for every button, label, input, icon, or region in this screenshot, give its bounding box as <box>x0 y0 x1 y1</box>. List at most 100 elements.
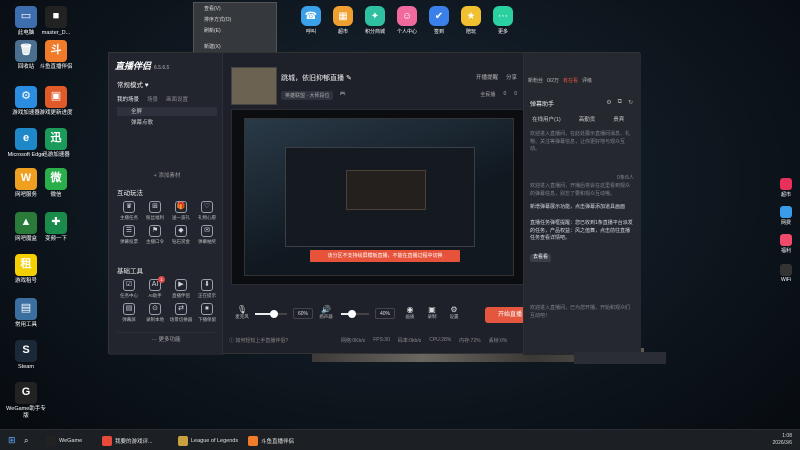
stats-row: 全民播 0 0 <box>480 91 517 98</box>
feature-label: 主播任务 <box>120 215 138 220</box>
right-dock-item[interactable]: 福利 <box>776 234 796 254</box>
scene-item[interactable]: 弹幕点歌 <box>117 118 217 127</box>
control-button[interactable]: ◉ 画质 <box>401 305 419 320</box>
right-dock-item[interactable]: 网费 <box>776 206 796 226</box>
desktop-icon[interactable]: ✚ 变频一下 <box>34 212 78 243</box>
desktop-icon[interactable]: G WeGame助手专版 <box>4 382 48 419</box>
feature-item[interactable]: ☑ 任务中心 <box>117 279 141 299</box>
assistant-tab[interactable]: 高勤贡 <box>579 115 596 123</box>
desktop-icon[interactable]: ■ master_D... <box>34 6 78 37</box>
feature-item[interactable]: ⊞ 粉丝福利 <box>143 201 167 221</box>
context-menu-item[interactable]: 刷新(E) <box>194 25 276 36</box>
taskbar-app[interactable]: 斗鱼直播伴侣 <box>248 434 294 447</box>
tools-title: 基础工具 <box>117 268 143 275</box>
right-dock-item[interactable]: 超市 <box>776 178 796 198</box>
desktop-icon[interactable]: 迅迅游加速器 <box>34 128 78 159</box>
speaker-button[interactable]: 🔊 扬声器 <box>317 305 335 320</box>
feature-label: 任务中心 <box>120 293 138 298</box>
room-cover-thumbnail[interactable] <box>231 67 277 105</box>
feature-item[interactable]: ⊙ 录制本地 <box>143 303 167 323</box>
scene-tab[interactable]: 画面设置 <box>166 95 188 103</box>
feature-icon: ✉ <box>201 225 213 237</box>
settings-icon[interactable]: ⚙ <box>606 99 611 106</box>
right-dock-icon <box>780 264 792 276</box>
dock-item[interactable]: ✦ 积分商城 <box>362 6 388 35</box>
control-button[interactable]: ⚙ 设置 <box>445 305 463 320</box>
feature-item[interactable]: 🎁 送一波礼 <box>169 201 193 221</box>
feature-item[interactable]: ♡ 礼物心愿 <box>195 201 219 221</box>
category[interactable]: 英雄联盟 · 大师段位 🎮 <box>281 91 346 100</box>
taskbar-app[interactable]: WeGame <box>46 434 82 447</box>
right-top-item[interactable]: 新粉丝 <box>528 77 543 84</box>
feature-item[interactable]: ◆ 钻石赏金 <box>169 225 193 245</box>
tools-grid: ☑ 任务中心 AI 1 AI助手 ▶ 直播伴侣 ⬇ 正在提示 ▤ 弹幕屏 ⊙ 录制本地 ⇄ 场景切换器 ⏹ 下播… <box>117 276 219 323</box>
dock-item[interactable]: ☎ 呼叫 <box>298 6 324 35</box>
scene-tab[interactable]: 我的场景 <box>117 95 139 103</box>
more-features-button[interactable]: ⋯ 更多功能 <box>117 332 215 344</box>
dock-item[interactable]: ☺ 个人中心 <box>394 6 420 35</box>
desktop-icon[interactable]: 租游戏租号 <box>4 254 48 285</box>
mic-button[interactable]: 🎙 麦克风 <box>233 305 251 320</box>
preview-screen <box>285 147 475 247</box>
feature-icon: ⬇ <box>201 279 213 291</box>
dock-item[interactable]: ✔ 签到 <box>426 6 452 35</box>
taskbar-app[interactable]: 我要的游戏评... <box>102 434 153 447</box>
context-menu-item[interactable]: 查看(V) <box>194 3 276 14</box>
right-dock-item[interactable]: WiFi <box>776 264 796 283</box>
control-button[interactable]: ▣ 录制 <box>423 305 441 320</box>
add-source-button[interactable]: + 添加素材 <box>117 171 217 180</box>
dock-item[interactable]: ⋯ 更多 <box>490 6 516 35</box>
right-top-item[interactable]: 有在看 <box>563 77 578 84</box>
feature-label: 场景切换器 <box>169 317 193 322</box>
status-metric: 网络:0Kb/s <box>341 338 366 344</box>
view-more-button[interactable]: 去看看 <box>530 254 552 262</box>
feature-item[interactable]: ▤ 弹幕屏 <box>117 303 141 323</box>
scene-tab[interactable]: 场景 <box>147 95 158 103</box>
start-button[interactable]: ⊞ <box>8 434 16 447</box>
status-metric: 码率:0kb/s <box>397 338 422 344</box>
assistant-tab[interactable]: 贵宾 <box>613 115 624 123</box>
search-icon[interactable]: ⌕ <box>24 434 28 447</box>
scene-item[interactable]: 全屏 <box>117 107 217 116</box>
popout-icon[interactable]: ⧉ <box>618 99 622 106</box>
help-link[interactable]: ⓘ 如何轻松上手直播伴侣? <box>229 337 288 344</box>
feature-label: 礼物心愿 <box>198 215 216 220</box>
room-title[interactable]: 跳城，依旧抑郁直播 ✎ <box>281 73 352 83</box>
feature-icon: ♛ <box>123 201 135 213</box>
speaker-slider[interactable] <box>341 310 369 318</box>
right-top-item[interactable]: 0/2万 <box>547 77 559 84</box>
mic-slider[interactable] <box>255 310 287 318</box>
top-action[interactable]: 分享 <box>506 73 517 81</box>
mode-selector[interactable]: 常规模式 ♥ <box>117 79 149 89</box>
context-menu-item[interactable]: 新建(X) <box>194 41 276 52</box>
context-menu-item[interactable]: 排序方式(O) <box>194 14 276 25</box>
feature-item[interactable]: ✉ 弹幕抽奖 <box>195 225 219 245</box>
dock-label: 个人中心 <box>396 29 417 35</box>
feature-label: 正在提示 <box>198 293 216 298</box>
dock-item[interactable]: ▦ 超市 <box>330 6 356 35</box>
feature-item[interactable]: AI 1 AI助手 <box>143 276 167 299</box>
feature-item[interactable]: ☰ 弹幕投票 <box>117 225 141 245</box>
taskbar-app[interactable]: League of Legends <box>178 434 238 447</box>
chat-message: 欢迎进入直播间，开播后将会在这里看到观众的弹幕信息，别忘了要和观众互动哦。 <box>530 183 631 197</box>
clock[interactable]: 1:08 2026/3/6 <box>773 433 792 446</box>
stream-preview[interactable]: 该分区不支持绘屏模板直播，不能在直播过程中切换 <box>231 109 525 285</box>
assistant-tab[interactable]: 在线用户(1) <box>532 115 561 123</box>
feature-item[interactable]: ▶ 直播伴侣 <box>169 279 193 299</box>
desktop-icon[interactable]: ▣ 游戏更新进度 <box>34 86 78 117</box>
right-top-item[interactable]: 评级 <box>582 77 592 84</box>
desktop-icon[interactable]: 微微信 <box>34 168 78 199</box>
desktop-icon[interactable]: ▤ 常用工具 <box>4 298 48 329</box>
desktop-icon[interactable]: S Steam <box>4 340 48 371</box>
refresh-icon[interactable]: ↻ <box>628 99 633 106</box>
feature-item[interactable]: ⇄ 场景切换器 <box>169 303 193 323</box>
feature-item[interactable]: ⬇ 正在提示 <box>195 279 219 299</box>
feature-item[interactable]: ⚑ 主播口令 <box>143 225 167 245</box>
feature-item[interactable]: ♛ 主播任务 <box>117 201 141 221</box>
top-action[interactable]: 开播提醒 <box>476 73 498 81</box>
desktop-icon[interactable]: 斗斗鱼直播伴侣 <box>34 40 78 71</box>
desktop-icon-label: 游戏更新进度 <box>39 110 73 116</box>
feature-item[interactable]: ⏹ 下播保留 <box>195 303 219 323</box>
interact-title: 互动玩法 <box>117 190 143 197</box>
dock-item[interactable]: ★ 陪玩 <box>458 6 484 35</box>
